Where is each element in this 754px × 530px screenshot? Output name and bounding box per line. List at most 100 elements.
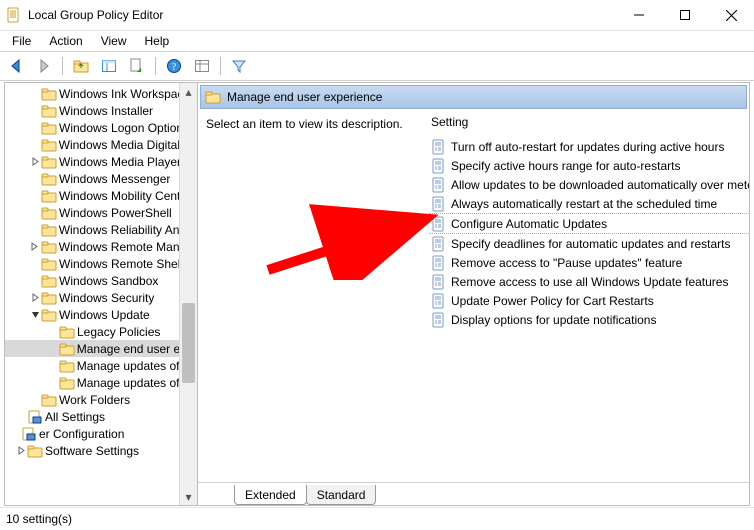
scroll-thumb[interactable] xyxy=(182,303,195,383)
folder-icon xyxy=(41,256,57,272)
tree-item[interactable]: Windows Messenger xyxy=(5,170,197,187)
chevron-right-icon[interactable] xyxy=(29,242,41,251)
main-area: Windows Ink Workspace Windows Installer … xyxy=(0,80,754,508)
help-button[interactable]: ? xyxy=(162,54,186,78)
tree-item[interactable]: Windows Reliability Analys xyxy=(5,221,197,238)
setting-label: Configure Automatic Updates xyxy=(451,217,607,231)
setting-row[interactable]: Display options for update notifications xyxy=(429,310,749,329)
policy-icon xyxy=(431,312,447,328)
policy-icon xyxy=(431,139,447,155)
policy-icon xyxy=(431,196,447,212)
tree-item[interactable]: Legacy Policies xyxy=(5,323,197,340)
policy-icon xyxy=(431,177,447,193)
chevron-right-icon[interactable] xyxy=(15,446,27,455)
svg-text:?: ? xyxy=(172,62,177,73)
title-bar: Local Group Policy Editor xyxy=(0,0,754,31)
menu-help[interactable]: Help xyxy=(137,32,178,50)
settings-icon xyxy=(21,426,37,442)
setting-row[interactable]: Always automatically restart at the sche… xyxy=(429,194,749,214)
menu-action[interactable]: Action xyxy=(41,32,90,50)
setting-label: Remove access to use all Windows Update … xyxy=(451,275,728,289)
policy-icon xyxy=(431,274,447,290)
tab-extended[interactable]: Extended xyxy=(234,485,307,505)
close-button[interactable] xyxy=(708,0,754,30)
tree-item[interactable]: Windows Media Player xyxy=(5,153,197,170)
tree-item[interactable]: Software Settings xyxy=(5,442,197,459)
setting-label: Specify deadlines for automatic updates … xyxy=(451,237,731,251)
export-list-button[interactable] xyxy=(125,54,149,78)
tab-standard[interactable]: Standard xyxy=(306,485,377,505)
chevron-right-icon[interactable] xyxy=(29,157,41,166)
folder-icon xyxy=(41,154,57,170)
filter-button[interactable] xyxy=(227,54,251,78)
folder-icon xyxy=(41,120,57,136)
policy-icon xyxy=(431,216,447,232)
tree-item-label: Windows Update xyxy=(59,308,150,322)
tree-item[interactable]: Windows Sandbox xyxy=(5,272,197,289)
status-text: 10 setting(s) xyxy=(6,512,72,526)
setting-row[interactable]: Allow updates to be downloaded automatic… xyxy=(429,175,749,194)
policy-icon xyxy=(431,293,447,309)
folder-icon xyxy=(59,341,75,357)
tree-item-label: All Settings xyxy=(45,410,105,424)
minimize-button[interactable] xyxy=(616,0,662,30)
tree-item[interactable]: Manage updates offere xyxy=(5,357,197,374)
maximize-button[interactable] xyxy=(662,0,708,30)
tree-item-label: Windows Media Digital Rig xyxy=(59,138,197,152)
tree-item[interactable]: Windows Media Digital Rig xyxy=(5,136,197,153)
tree-item[interactable]: Windows Remote Manage xyxy=(5,238,197,255)
show-hide-tree-button[interactable] xyxy=(97,54,121,78)
menu-file[interactable]: File xyxy=(4,32,39,50)
scroll-down-icon[interactable]: ▾ xyxy=(180,488,197,505)
tree-item[interactable]: Manage updates offere xyxy=(5,374,197,391)
folder-icon xyxy=(41,290,57,306)
tree-item[interactable]: Windows Installer xyxy=(5,102,197,119)
setting-label: Specify active hours range for auto-rest… xyxy=(451,159,680,173)
tree-item[interactable]: er Configuration xyxy=(5,425,197,442)
tree-item[interactable]: Windows Update xyxy=(5,306,197,323)
forward-button[interactable] xyxy=(32,54,56,78)
folder-icon xyxy=(41,222,57,238)
folder-icon xyxy=(41,307,57,323)
tree-item[interactable]: All Settings xyxy=(5,408,197,425)
folder-icon xyxy=(41,273,57,289)
setting-row[interactable]: Remove access to use all Windows Update … xyxy=(429,272,749,291)
chevron-right-icon[interactable] xyxy=(29,293,41,302)
column-header-setting[interactable]: Setting xyxy=(429,111,749,135)
setting-row[interactable]: Configure Automatic Updates xyxy=(429,214,749,234)
setting-label: Display options for update notifications xyxy=(451,313,656,327)
tree-item-label: Work Folders xyxy=(59,393,130,407)
section-header: Manage end user experience xyxy=(200,85,747,109)
tree-item-label: Windows Sandbox xyxy=(59,274,158,288)
setting-row[interactable]: Remove access to "Pause updates" feature xyxy=(429,253,749,272)
tree-item[interactable]: Windows Remote Shell xyxy=(5,255,197,272)
app-icon xyxy=(6,7,22,23)
tree-item[interactable]: Windows Security xyxy=(5,289,197,306)
tree-item[interactable]: Work Folders xyxy=(5,391,197,408)
setting-row[interactable]: Update Power Policy for Cart Restarts xyxy=(429,291,749,310)
setting-label: Always automatically restart at the sche… xyxy=(451,197,717,211)
setting-row[interactable]: Specify active hours range for auto-rest… xyxy=(429,156,749,175)
tree-item-label: Windows Security xyxy=(59,291,154,305)
description-pane: Select an item to view its description. xyxy=(198,111,429,482)
tree-scrollbar[interactable]: ▴ ▾ xyxy=(179,83,197,505)
chevron-down-icon[interactable] xyxy=(29,310,41,319)
tree-item[interactable]: Manage end user expe xyxy=(5,340,197,357)
scroll-up-icon[interactable]: ▴ xyxy=(180,83,197,100)
setting-row[interactable]: Specify deadlines for automatic updates … xyxy=(429,234,749,253)
setting-label: Allow updates to be downloaded automatic… xyxy=(451,178,749,192)
settings-icon xyxy=(27,409,43,425)
section-title: Manage end user experience xyxy=(227,90,382,104)
menu-view[interactable]: View xyxy=(93,32,135,50)
setting-row[interactable]: Turn off auto-restart for updates during… xyxy=(429,137,749,156)
tree-item[interactable]: Windows PowerShell xyxy=(5,204,197,221)
tree-item[interactable]: Windows Logon Options xyxy=(5,119,197,136)
folder-icon xyxy=(205,89,221,105)
tree-item[interactable]: Windows Mobility Center xyxy=(5,187,197,204)
back-button[interactable] xyxy=(4,54,28,78)
tree-item-label: Windows Ink Workspace xyxy=(59,87,190,101)
tree-item-label: Windows Remote Shell xyxy=(59,257,183,271)
up-button[interactable] xyxy=(69,54,93,78)
properties-button[interactable] xyxy=(190,54,214,78)
tree-item[interactable]: Windows Ink Workspace xyxy=(5,85,197,102)
